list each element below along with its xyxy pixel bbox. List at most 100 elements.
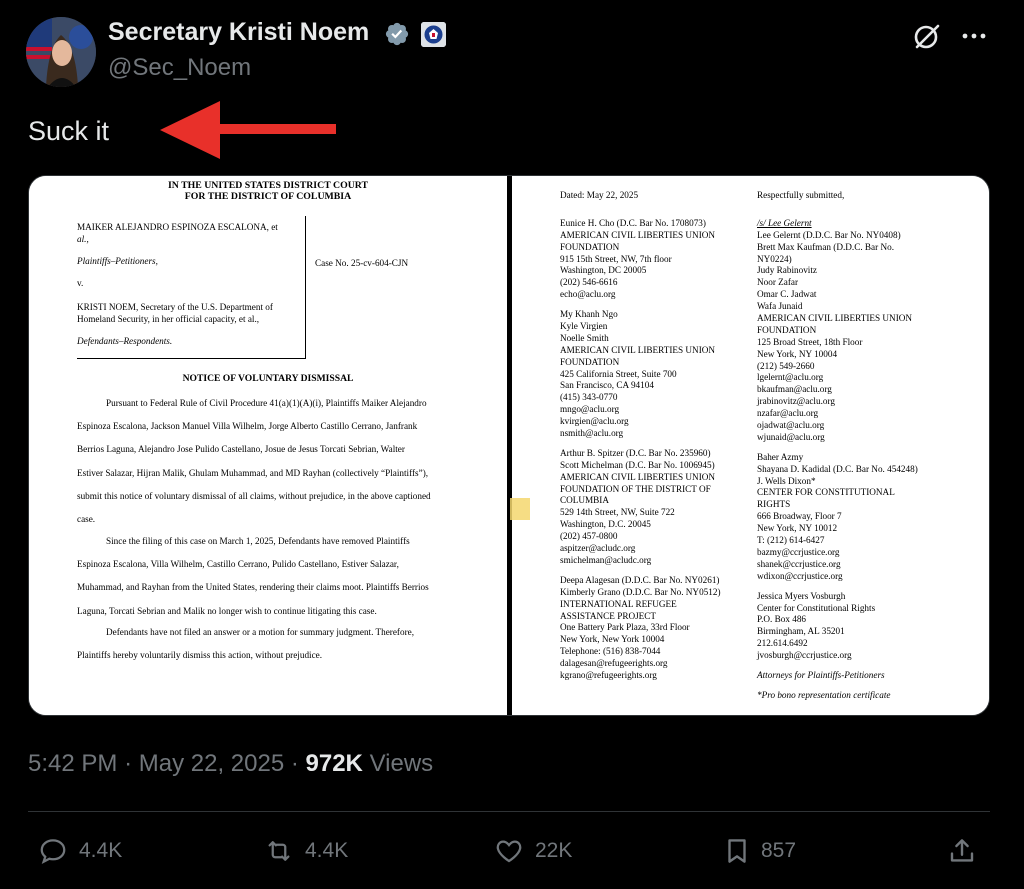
document-page-left: IN THE UNITED STATES DISTRICT COURT FOR … <box>29 176 507 715</box>
counsel-line: dalagesan@refugeerights.org <box>560 658 668 669</box>
counsel-line: Eunice H. Cho (D.C. Bar No. 1708073) <box>560 217 706 228</box>
case-number: Case No. 25-cv-604-CJN <box>315 258 409 268</box>
caption-role-plaintiffs: Plaintiffs–Petitioners, <box>77 256 158 266</box>
counsel-line: Dated: May 22, 2025 <box>560 190 639 200</box>
counsel-line <box>560 210 721 218</box>
counsel-line <box>757 682 918 690</box>
author-name[interactable]: Secretary Kristi Noem <box>108 18 369 47</box>
repost-count: 4.4K <box>305 839 349 862</box>
document-page-right: Dated: May 22, 2025 Eunice H. Cho (D.C. B… <box>512 176 989 715</box>
tweet-text: Suck it <box>28 116 110 146</box>
counsel-line: (212) 549-2660 <box>757 360 815 371</box>
counsel-line: Birmingham, AL 35201 <box>757 626 845 637</box>
like-count: 22K <box>535 839 573 862</box>
counsel-line: CENTER FOR CONSTITUTIONAL <box>757 487 895 498</box>
avatar[interactable] <box>26 17 96 87</box>
counsel-line: AMERICAN CIVIL LIBERTIES UNION <box>560 344 716 355</box>
counsel-line: nsmith@aclu.org <box>560 428 624 439</box>
more-options-icon[interactable] <box>960 22 988 50</box>
counsel-line: San Francisco, CA 94104 <box>560 380 654 391</box>
counsel-line: (202) 457-0800 <box>560 531 618 542</box>
like-button[interactable]: 22K <box>492 836 572 866</box>
caption-respondent: KRISTI NOEM, Secretary of the U.S. Depar… <box>77 302 273 312</box>
counsel-line: Telephone: (516) 838-7044 <box>560 646 661 657</box>
counsel-line <box>560 202 721 210</box>
verified-badge-icon[interactable] <box>384 21 410 47</box>
caption-petitioner: MAIKER ALEJANDRO ESPINOZA ESCALONA, et <box>77 222 278 232</box>
counsel-line: Deepa Alagesan (D.D.C. Bar No. NY0261) <box>560 574 720 585</box>
counsel-line: FOUNDATION <box>560 356 620 367</box>
counsel-column-left: Dated: May 22, 2025 Eunice H. Cho (D.C. B… <box>560 190 721 682</box>
share-icon <box>950 839 974 862</box>
caption-respondent-line2: Homeland Security, in her official capac… <box>77 314 260 324</box>
counsel-line: Washington, DC 20005 <box>560 265 647 276</box>
counsel-line <box>560 567 721 575</box>
counsel-line <box>757 583 918 591</box>
reply-icon <box>40 839 66 865</box>
counsel-line: Washington, D.C. 20045 <box>560 519 651 530</box>
counsel-line: echo@aclu.org <box>560 289 616 300</box>
affiliation-badge-icon[interactable] <box>421 22 446 47</box>
counsel-line: (415) 343-0770 <box>560 392 618 403</box>
counsel-line: INTERNATIONAL REFUGEE <box>560 598 677 609</box>
bookmark-icon <box>728 839 746 863</box>
counsel-line: ojadwat@aclu.org <box>757 420 825 431</box>
counsel-line: COLUMBIA <box>560 495 610 506</box>
counsel-line: Baher Azmy <box>757 451 804 462</box>
paragraph-3: Defendants have not filed an answer or a… <box>77 627 415 661</box>
counsel-line: Brett Max Kaufman (D.D.C. Bar No. <box>757 241 895 252</box>
counsel-line: *Pro bono representation certificate <box>757 689 891 700</box>
counsel-line: lgelernt@aclu.org <box>757 372 824 383</box>
counsel-line <box>757 210 918 218</box>
court-heading: IN THE UNITED STATES DISTRICT COURT <box>167 180 369 191</box>
counsel-line: My Khanh Ngo <box>560 309 618 320</box>
red-arrow-annotation <box>160 101 336 159</box>
tweet-meta: 5:42 PM · May 22, 2025 · 972K Views <box>28 750 434 777</box>
repost-button[interactable]: 4.4K <box>262 836 348 866</box>
counsel-line: nzafar@aclu.org <box>757 408 819 419</box>
counsel-line <box>757 662 918 670</box>
views-label: Views <box>369 750 434 777</box>
counsel-line: J. Wells Dixon* <box>757 475 816 486</box>
counsel-line <box>757 202 918 210</box>
bookmark-button[interactable]: 857 <box>722 836 796 866</box>
tweet-time[interactable]: 5:42 PM <box>28 750 117 777</box>
counsel-line: Attorneys for Plaintiffs-Petitioners <box>757 669 885 680</box>
share-button[interactable] <box>946 836 987 866</box>
counsel-line: AMERICAN CIVIL LIBERTIES UNION <box>560 471 716 482</box>
counsel-line: Kimberly Grano (D.D.C. Bar No. NY0512) <box>560 586 721 597</box>
counsel-line: New York, New York 10004 <box>560 634 665 645</box>
tweet-date[interactable]: May 22, 2025 <box>139 750 284 777</box>
counsel-line: Kyle Virgien <box>560 321 608 332</box>
counsel-line: New York, NY 10004 <box>757 348 838 359</box>
counsel-line: New York, NY 10012 <box>757 523 838 534</box>
counsel-line: 915 15th Street, NW, 7th floor <box>560 253 672 264</box>
counsel-line: bazmy@ccrjustice.org <box>757 546 840 557</box>
court-subheading: FOR THE DISTRICT OF COLUMBIA <box>184 191 352 202</box>
counsel-line: P.O. Box 486 <box>757 614 807 625</box>
author-handle[interactable]: @Sec_Noem <box>108 54 251 82</box>
notice-title: NOTICE OF VOLUNTARY DISMISSAL <box>182 373 354 384</box>
counsel-line: Shayana D. Kadidal (D.C. Bar No. 454248) <box>757 463 918 474</box>
counsel-line <box>560 301 721 309</box>
caption-role-defendants: Defendants–Respondents. <box>77 336 173 346</box>
counsel-line: FOUNDATION <box>560 241 620 252</box>
reply-count: 4.4K <box>79 839 123 862</box>
repost-icon <box>268 841 290 861</box>
views-count: 972K <box>305 750 363 777</box>
counsel-line <box>757 444 918 452</box>
counsel-line: 125 Broad Street, 18th Floor <box>757 336 863 347</box>
counsel-line: jrabinovitz@aclu.org <box>757 396 835 407</box>
tweet-media-image[interactable]: IN THE UNITED STATES DISTRICT COURT FOR … <box>28 175 990 716</box>
bookmark-count: 857 <box>761 839 797 862</box>
reply-button[interactable]: 4.4K <box>36 836 122 866</box>
counsel-line: mngo@aclu.org <box>560 404 620 415</box>
counsel-line: Jessica Myers Vosburgh <box>757 590 846 601</box>
grok-icon[interactable] <box>912 21 942 51</box>
paragraph-1: Pursuant to Federal Rule of Civil Proced… <box>77 398 431 525</box>
counsel-line: AMERICAN CIVIL LIBERTIES UNION <box>757 313 913 324</box>
counsel-line: One Battery Park Plaza, 33rd Floor <box>560 622 690 633</box>
caption-versus: v. <box>77 278 84 288</box>
counsel-column-right: Respectfully submitted, /s/ Lee Gelernt Le… <box>757 190 918 702</box>
counsel-line: Noor Zafar <box>757 277 799 288</box>
